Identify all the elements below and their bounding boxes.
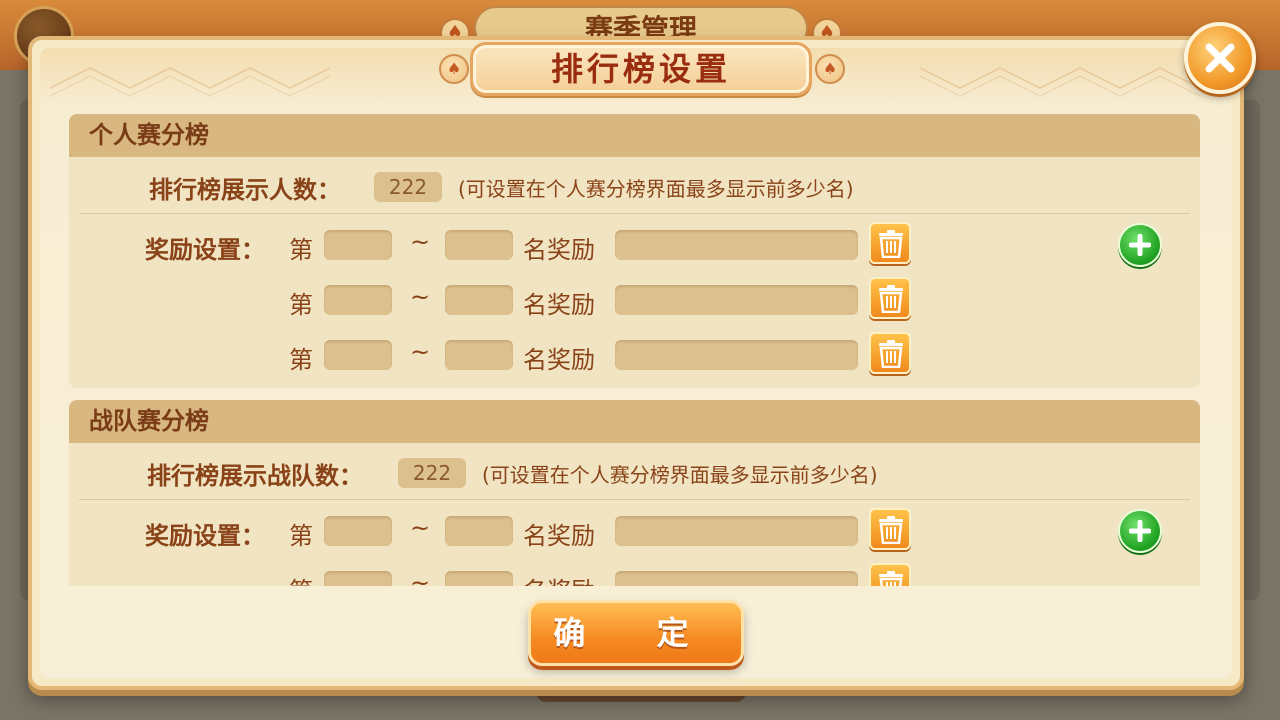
count-hint: (可设置在个人赛分榜界面最多显示前多少名) [458,177,854,201]
rank-tilde: ~ [410,514,431,542]
delete-row-button[interactable] [869,508,911,550]
spade-icon: ♠ [815,54,845,84]
count-label: 排行榜展示战队数： [147,462,363,490]
reward-input[interactable] [615,571,858,586]
divider [79,499,1190,500]
delete-row-button[interactable] [869,277,911,319]
reward-label: 奖励设置： [145,236,265,264]
rank-prefix: 第 [289,346,313,374]
decoration-pattern [920,66,1201,97]
reward-label: 奖励设置： [145,522,265,550]
trash-icon [879,340,903,368]
add-reward-row-button[interactable] [1118,509,1162,553]
rank-to-input[interactable] [445,571,513,586]
rank-prefix: 第 [289,291,313,319]
close-button[interactable] [1184,22,1256,94]
rank-to-input[interactable] [445,516,513,546]
confirm-button[interactable]: 确 定 [528,600,744,666]
dialog-title: 排行榜设置 [550,50,731,88]
spade-icon: ♠ [439,54,469,84]
reward-input[interactable] [615,285,858,315]
reward-suffix: 名奖励 [523,291,595,319]
reward-input[interactable] [615,516,858,546]
rank-from-input[interactable] [324,516,392,546]
count-input[interactable]: 222 [374,172,442,202]
count-label: 排行榜展示人数： [149,176,341,204]
delete-row-button[interactable] [869,563,911,586]
delete-row-button[interactable] [869,332,911,374]
section-header: 战队赛分榜 [69,400,1200,443]
reward-suffix: 名奖励 [523,346,595,374]
plus-icon [1129,234,1151,256]
reward-suffix: 名奖励 [523,522,595,550]
plus-icon [1129,520,1151,542]
count-input[interactable]: 222 [398,458,466,488]
rank-tilde: ~ [410,283,431,311]
reward-input[interactable] [615,340,858,370]
team-leaderboard-section: 战队赛分榜 排行榜展示战队数： 222 (可设置在个人赛分榜界面最多显示前多少名… [69,400,1200,586]
reward-suffix: 名奖励 [523,236,595,264]
dialog-title-plate: 排行榜设置 [470,42,812,96]
trash-icon [879,230,903,258]
divider [79,213,1190,214]
rank-from-input[interactable] [324,285,392,315]
add-reward-row-button[interactable] [1118,223,1162,267]
rank-tilde: ~ [410,228,431,256]
rank-to-input[interactable] [445,285,513,315]
rank-from-input[interactable] [324,340,392,370]
rank-from-input[interactable] [324,571,392,586]
rank-tilde: ~ [410,569,431,586]
rank-prefix: 第 [289,236,313,264]
delete-row-button[interactable] [869,222,911,264]
settings-scroll-area[interactable]: 个人赛分榜 排行榜展示人数： 222 (可设置在个人赛分榜界面最多显示前多少名)… [69,114,1200,586]
rank-from-input[interactable] [324,230,392,260]
reward-suffix: 名奖励 [523,571,595,586]
trash-icon [879,285,903,313]
trash-icon [879,516,903,544]
reward-input[interactable] [615,230,858,260]
rank-tilde: ~ [410,338,431,366]
personal-leaderboard-section: 个人赛分榜 排行榜展示人数： 222 (可设置在个人赛分榜界面最多显示前多少名)… [69,114,1200,388]
close-icon [1205,43,1235,73]
rank-to-input[interactable] [445,340,513,370]
rank-prefix: 第 [289,571,313,586]
decoration-pattern [50,66,331,97]
trash-icon [879,571,903,586]
count-hint: (可设置在个人赛分榜界面最多显示前多少名) [482,463,878,487]
section-header: 个人赛分榜 [69,114,1200,157]
rank-prefix: 第 [289,522,313,550]
rank-to-input[interactable] [445,230,513,260]
